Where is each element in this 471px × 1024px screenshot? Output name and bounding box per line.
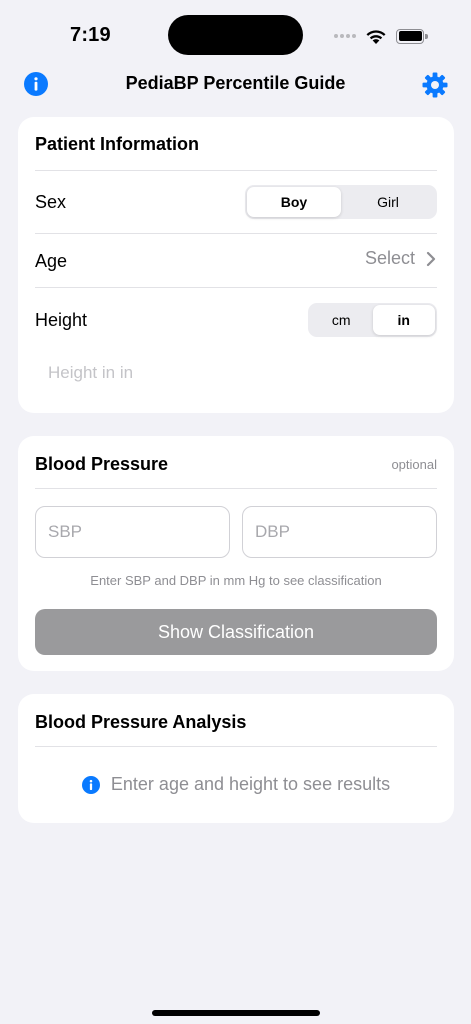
screen: 7:19 PediaBP Percentile Guide Patient In…: [0, 0, 471, 1024]
patient-information-card: Patient Information Sex Boy Girl Age Sel…: [18, 117, 454, 413]
page-title: PediaBP Percentile Guide: [125, 73, 346, 93]
sex-segmented-control: Boy Girl: [245, 185, 437, 219]
sbp-input[interactable]: SBP: [35, 506, 230, 558]
bp-hint-text: Enter SBP and DBP in mm Hg to see classi…: [90, 573, 382, 588]
height-unit-segmented-control: cm in: [308, 303, 437, 337]
dbp-input[interactable]: DBP: [242, 506, 437, 558]
divider: [35, 233, 437, 234]
sex-option-girl[interactable]: Girl: [341, 187, 435, 217]
home-indicator[interactable]: [152, 1010, 320, 1016]
status-icons: [334, 26, 428, 46]
dynamic-island: [168, 15, 303, 55]
blood-pressure-title: Blood Pressure: [35, 454, 169, 474]
sex-label: Sex: [35, 192, 67, 212]
divider: [35, 170, 437, 171]
divider: [35, 488, 437, 489]
chevron-right-icon: [426, 251, 436, 266]
optional-label: optional: [391, 457, 437, 472]
divider: [35, 287, 437, 288]
divider: [35, 746, 437, 747]
age-label: Age: [35, 251, 68, 271]
info-icon: [81, 775, 100, 794]
sex-option-boy[interactable]: Boy: [247, 187, 341, 217]
gear-icon[interactable]: [422, 72, 448, 98]
height-unit-in[interactable]: in: [372, 305, 435, 335]
cellular-signal-icon: [334, 34, 356, 38]
battery-icon: [396, 28, 428, 44]
age-value: Select: [364, 248, 415, 268]
height-label: Height: [35, 310, 88, 330]
show-classification-button[interactable]: Show Classification: [35, 609, 437, 655]
height-input[interactable]: Height in in: [48, 363, 133, 383]
patient-information-title: Patient Information: [35, 134, 200, 154]
status-time: 7:19: [70, 24, 111, 46]
height-unit-cm[interactable]: cm: [310, 305, 373, 335]
analysis-message: Enter age and height to see results: [18, 774, 454, 795]
wifi-icon: [366, 30, 386, 44]
blood-pressure-analysis-card: Blood Pressure Analysis Enter age and he…: [18, 694, 454, 823]
blood-pressure-analysis-title: Blood Pressure Analysis: [35, 712, 247, 732]
age-selector[interactable]: Select: [365, 248, 437, 269]
blood-pressure-card: Blood Pressure optional SBP DBP Enter SB…: [18, 436, 454, 671]
analysis-message-text: Enter age and height to see results: [110, 774, 391, 794]
